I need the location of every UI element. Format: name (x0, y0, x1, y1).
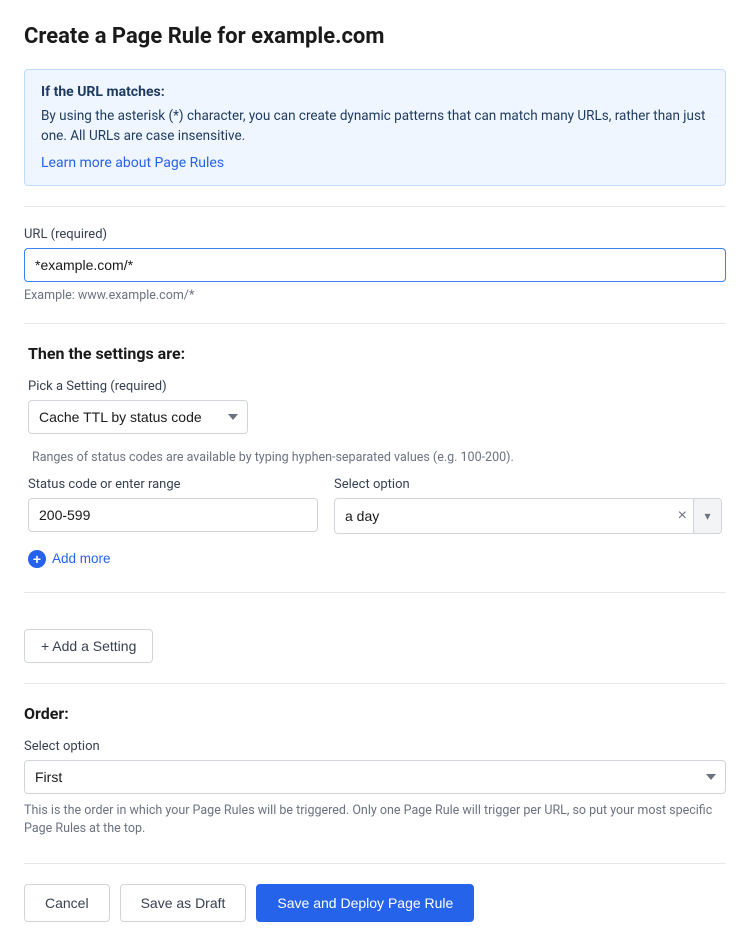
status-row: Status code or enter range Select option… (28, 477, 722, 534)
settings-section: Then the settings are: Pick a Setting (r… (24, 344, 726, 572)
order-select-wrapper: First Last Custom (24, 760, 726, 794)
order-select[interactable]: First Last Custom (24, 760, 726, 794)
select-option-field: Select option a day 2 hours 4 hours 8 ho… (334, 477, 722, 534)
divider-2 (24, 323, 726, 324)
dropdown-arrow-icon: ▾ (693, 499, 721, 533)
cancel-button[interactable]: Cancel (24, 884, 110, 922)
add-more-button[interactable]: + Add more (28, 546, 111, 572)
info-box-text: By using the asterisk (*) character, you… (41, 106, 709, 147)
url-input[interactable] (24, 248, 726, 282)
select-with-clear: a day 2 hours 4 hours 8 hours 16 hours 2… (334, 498, 722, 534)
add-setting-button[interactable]: + Add a Setting (24, 629, 153, 663)
order-select-label: Select option (24, 739, 726, 754)
status-code-field: Status code or enter range (28, 477, 318, 532)
divider-4 (24, 683, 726, 684)
save-draft-button[interactable]: Save as Draft (120, 884, 247, 922)
clear-select-button[interactable]: × (672, 508, 693, 524)
url-field-group: URL (required) Example: www.example.com/… (24, 227, 726, 303)
learn-more-link[interactable]: Learn more about Page Rules (41, 155, 224, 171)
url-example-text: Example: www.example.com/* (24, 288, 726, 303)
order-section: Order: Select option First Last Custom T… (24, 704, 726, 840)
setting-select-wrapper: Cache TTL by status code Always Online B… (28, 400, 248, 434)
divider-1 (24, 206, 726, 207)
page-title: Create a Page Rule for example.com (24, 24, 726, 49)
divider-3 (24, 592, 726, 593)
order-hint: This is the order in which your Page Rul… (24, 802, 726, 840)
info-box-title: If the URL matches: (41, 84, 709, 100)
status-code-label: Status code or enter range (28, 477, 318, 492)
setting-select[interactable]: Cache TTL by status code Always Online B… (28, 400, 248, 434)
url-field-label: URL (required) (24, 227, 726, 242)
select-option-label: Select option (334, 477, 722, 492)
plus-circle-icon: + (28, 550, 46, 568)
status-code-input[interactable] (28, 498, 318, 532)
order-section-title: Order: (24, 704, 726, 723)
range-info: Ranges of status codes are available by … (28, 450, 722, 465)
info-box: If the URL matches: By using the asteris… (24, 69, 726, 186)
add-more-label: Add more (52, 551, 111, 566)
footer-buttons: Cancel Save as Draft Save and Deploy Pag… (24, 863, 726, 922)
save-deploy-button[interactable]: Save and Deploy Page Rule (256, 884, 474, 922)
select-option-select[interactable]: a day 2 hours 4 hours 8 hours 16 hours 2… (335, 500, 672, 532)
settings-section-title: Then the settings are: (28, 344, 722, 363)
pick-setting-label: Pick a Setting (required) (28, 379, 722, 394)
